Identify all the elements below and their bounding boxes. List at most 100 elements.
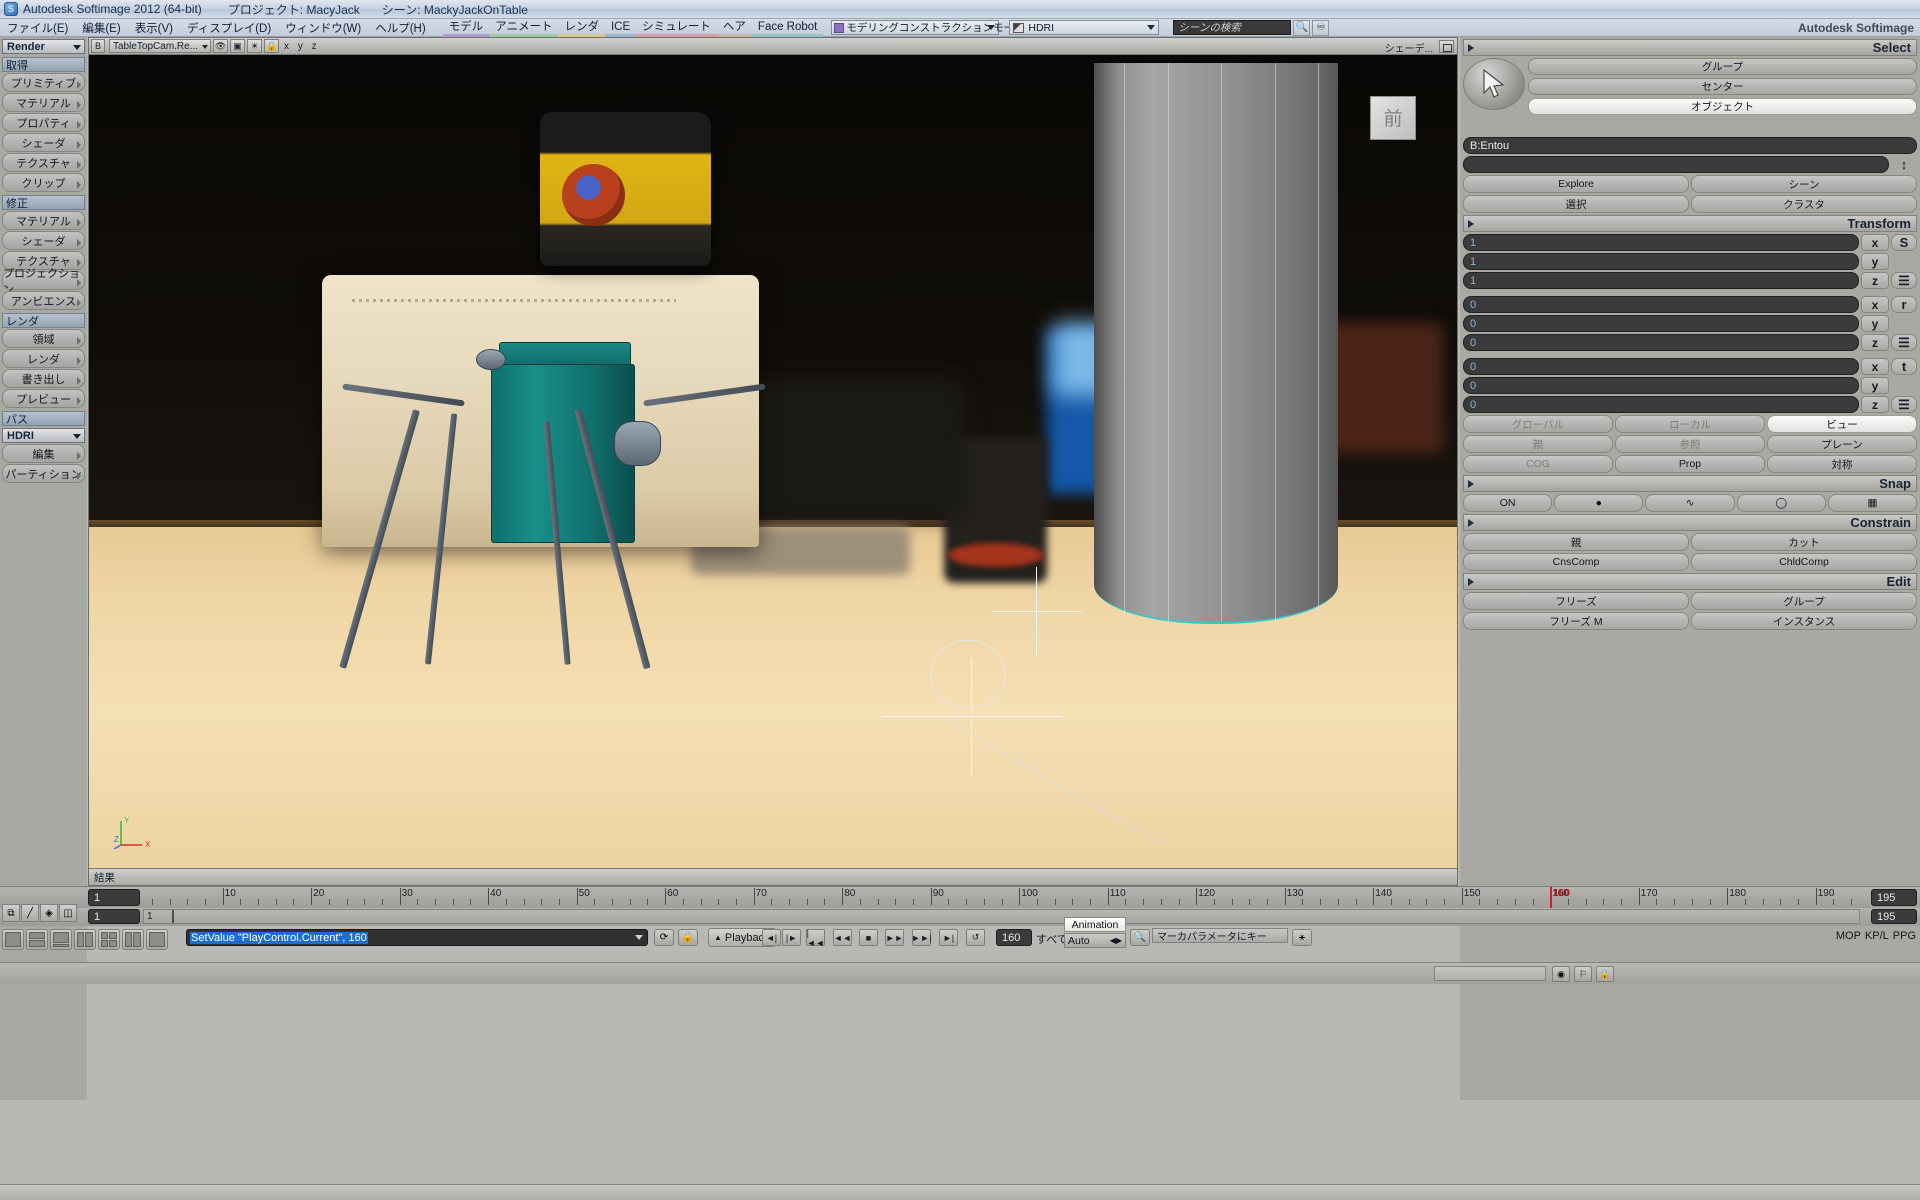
snap-point-icon[interactable]: ● [1554,494,1644,512]
step-back-key-icon[interactable]: ◄| [762,929,781,946]
mop-button[interactable]: MOP [1836,930,1861,942]
next-frame-icon[interactable]: ►►| [911,929,932,946]
panel-header-select[interactable]: Select [1463,39,1917,56]
timeline-range-handle[interactable] [172,910,174,923]
menu-file[interactable]: ファイル(E) [0,19,75,37]
sidebar-item-ambience[interactable]: アンビエンス [2,291,85,310]
constrain-cnscomp-button[interactable]: CnsComp [1463,553,1689,571]
pass-selector[interactable]: HDRI [2,428,85,443]
prop-button[interactable]: Prop [1615,455,1765,473]
sidebar-item-pass-edit[interactable]: 編集 [2,444,85,463]
scale-keyframe-icon[interactable]: ☰ [1891,272,1917,289]
panel-header-edit[interactable]: Edit [1463,573,1917,590]
sidebar-item-modify-material[interactable]: マテリアル [2,211,85,230]
layout-single-icon[interactable] [2,929,24,950]
snapshot-icon[interactable]: ⟳ [654,929,674,946]
bottom-lock-icon[interactable]: 🔒 [1596,966,1614,982]
scene-object-cylinder[interactable] [1094,63,1338,625]
eye-icon[interactable]: 👁 [213,39,229,53]
plane-mode-plane-button[interactable]: プレーン [1767,435,1917,453]
prev-frame-icon[interactable]: ◄◄ [833,929,852,946]
translate-keyframe-icon[interactable]: ☰ [1891,396,1917,413]
bottom-tag-icon[interactable]: ⚐ [1574,966,1592,982]
layout-two-col-icon[interactable] [122,929,144,950]
layout-quad-icon[interactable] [98,929,120,950]
camera-icon[interactable]: ▣ [230,39,246,53]
snap-grid-icon[interactable]: ▦ [1827,494,1918,512]
step-forward-key-icon[interactable]: |► [782,929,801,946]
ppg-button[interactable]: PPG [1893,930,1916,942]
kpl-button[interactable]: KP/L [1865,930,1889,942]
selected-object-sub-field[interactable] [1463,156,1889,173]
layout-left-icon[interactable] [74,929,96,950]
viewport-canvas[interactable]: 前 Y X Z [89,55,1457,868]
module-tab-face-robot[interactable]: Face Robot [751,20,824,37]
sidebar-item-partition[interactable]: パーティション [2,464,85,483]
sidebar-item-shader[interactable]: シェーダ [2,133,85,152]
construction-mode-dropdown[interactable]: モデリングコンストラクションモード [831,20,1025,35]
select-group-button[interactable]: グループ [1528,58,1917,75]
ref-mode-local-button[interactable]: ローカル [1615,415,1765,433]
scene-null-helper-top[interactable] [991,567,1082,658]
sidebar-group-pass[interactable]: パス [2,411,85,426]
current-frame-input[interactable]: 160 [996,929,1032,946]
view-nav-cube[interactable]: 前 [1369,95,1416,140]
timeline-sub-end-input[interactable]: 195 [1871,909,1917,924]
scene-object-robot-body[interactable] [491,363,635,543]
scene-button[interactable]: シーン [1691,175,1917,193]
select-object-button[interactable]: オブジェクト [1528,98,1917,115]
translate-z-input[interactable]: 0 [1463,396,1859,413]
sidebar-item-primitive[interactable]: プリミティブ [2,73,85,92]
edit-group-button[interactable]: グループ [1691,592,1917,610]
sidebar-item-texture[interactable]: テクスチャ [2,153,85,172]
camera-selector[interactable]: TableTopCam.Re... [109,39,212,53]
sidebar-item-modify-shader[interactable]: シェーダ [2,231,85,250]
menu-help[interactable]: ヘルプ(H) [368,19,432,37]
translate-y-input[interactable]: 0 [1463,377,1859,394]
refresh-icon[interactable]: ♾ [1312,19,1330,36]
symmetry-button[interactable]: 対称 [1767,455,1917,473]
timeline-start-frame-input[interactable]: 1 [88,889,140,906]
key-person-icon[interactable]: ⚹ [1292,929,1312,946]
timeline-sub-start-input[interactable]: 1 [88,909,140,924]
shading-mode-selector[interactable]: シェーデ... [1385,40,1433,55]
light-icon[interactable]: ☀ [247,39,263,53]
constrain-cut-button[interactable]: カット [1691,533,1917,551]
search-icon[interactable]: 🔍 [1293,19,1311,36]
chevron-down-icon[interactable] [635,935,643,940]
split-view-icon[interactable]: ◫ [59,904,77,922]
jump-end-icon[interactable]: ►| [939,929,958,946]
cluster-button[interactable]: クラスタ [1691,195,1917,213]
panel-header-snap[interactable]: Snap [1463,475,1917,492]
viewport-letter-badge[interactable]: B [91,39,105,53]
sidebar-group-modify[interactable]: 修正 [2,195,85,210]
translate-x-input[interactable]: 0 [1463,358,1859,375]
palette-icon[interactable]: ◈ [40,904,58,922]
scene-null-circle[interactable] [930,640,1006,710]
rotate-z-input[interactable]: 0 [1463,334,1859,351]
edit-instance-button[interactable]: インスタンス [1691,612,1917,630]
sidebar-item-preview[interactable]: プレビュー [2,389,85,408]
layout-expand-icon[interactable] [146,929,168,950]
loop-icon[interactable]: ↺ [966,929,985,946]
bottom-record-icon[interactable]: ◉ [1552,966,1570,982]
menu-edit[interactable]: 編集(E) [75,19,127,37]
panel-header-constrain[interactable]: Constrain [1463,514,1917,531]
layout-bottom-icon[interactable] [50,929,72,950]
sidebar-group-get[interactable]: 取得 [2,57,85,72]
timeline-range-track[interactable]: 1 [143,909,1860,924]
bottom-slider-track[interactable] [1434,966,1546,981]
search-input[interactable]: シーンの検索 [1173,20,1292,35]
selected-object-field[interactable]: B:Entou [1463,137,1917,154]
animation-label[interactable]: Animation [1064,917,1126,932]
plane-mode-parent-button[interactable]: 親 [1463,435,1613,453]
sidebar-group-render[interactable]: レンダ [2,313,85,328]
module-tab-hair[interactable]: ヘア [716,20,752,37]
selection-button[interactable]: 選択 [1463,195,1689,213]
timeline-end-frame-input[interactable]: 195 [1871,889,1917,906]
translate-mode-button[interactable]: t [1891,358,1917,375]
timeline-bar[interactable]: 1 10 20 30 40 50 60 70 80 90 100 110 120 130 140 150 16… [0,886,1920,909]
stop-icon[interactable]: ■ [859,929,878,946]
snap-surface-icon[interactable]: ◯ [1736,494,1826,512]
sidebar-item-region[interactable]: 領域 [2,329,85,348]
